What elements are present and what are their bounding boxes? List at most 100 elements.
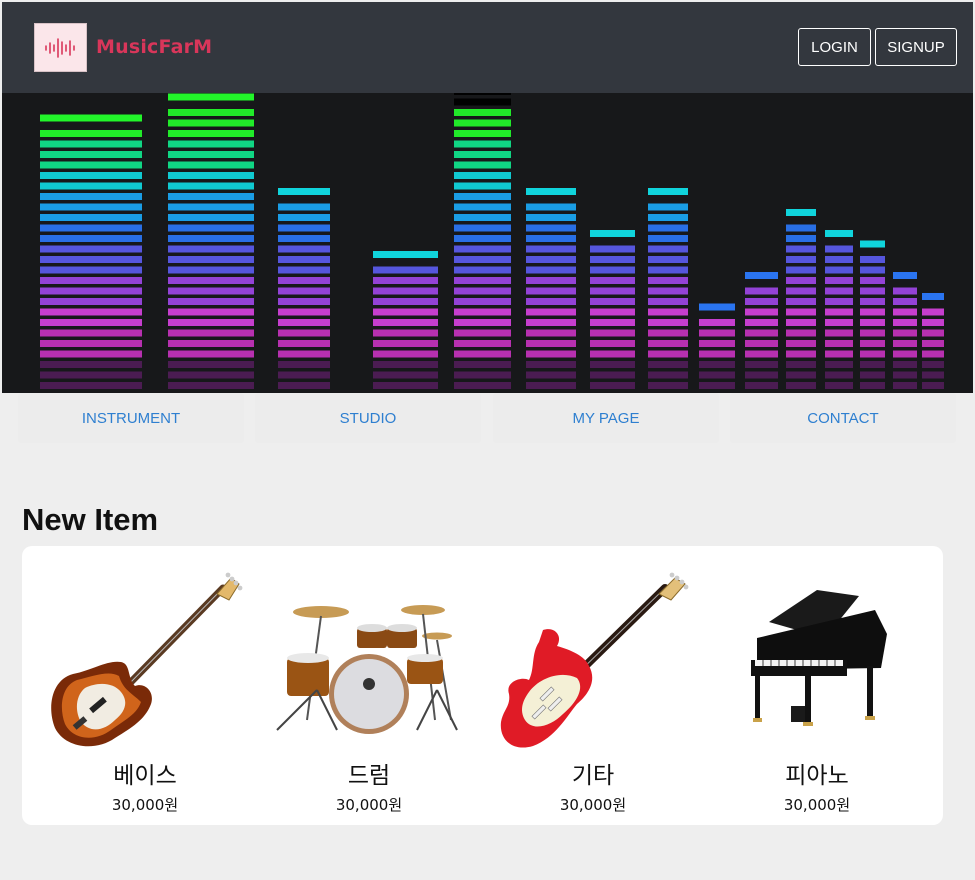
equalizer-bar — [786, 350, 816, 358]
equalizer-bar — [648, 340, 688, 347]
equalizer-bar — [40, 203, 142, 211]
equalizer-bar — [893, 329, 917, 337]
equalizer-bar — [40, 245, 142, 253]
equalizer-bar — [373, 329, 438, 337]
product-card-guitar[interactable]: 기타 30,000원 — [481, 546, 705, 825]
equalizer-bar — [40, 361, 142, 368]
equalizer-bar — [648, 256, 688, 263]
equalizer-bar — [454, 287, 511, 295]
equalizer-bar — [168, 287, 254, 295]
equalizer-bar — [860, 256, 885, 263]
equalizer-bar — [168, 130, 254, 137]
equalizer-bar — [893, 361, 917, 368]
equalizer-bar — [526, 308, 576, 316]
equalizer-bar — [860, 266, 885, 274]
equalizer-bar — [454, 151, 511, 158]
equalizer-bar — [168, 319, 254, 326]
equalizer-bar — [893, 308, 917, 316]
equalizer-bar — [373, 266, 438, 274]
equalizer-bar — [454, 266, 511, 274]
equalizer-bars-image — [40, 93, 944, 389]
equalizer-bar — [526, 329, 576, 337]
equalizer-bar — [699, 382, 735, 389]
equalizer-bar — [648, 224, 688, 232]
equalizer-peak — [825, 230, 853, 237]
equalizer-bar — [454, 350, 511, 358]
equalizer-bar — [454, 308, 511, 316]
equalizer-bar — [745, 382, 778, 389]
product-card-bass[interactable]: 베이스 30,000원 — [33, 546, 257, 825]
equalizer-bar — [454, 371, 511, 379]
equalizer-bar — [825, 287, 853, 295]
equalizer-bar — [893, 287, 917, 295]
equalizer-bar — [893, 298, 917, 305]
equalizer-bar — [825, 245, 853, 253]
nav-item-studio[interactable]: STUDIO — [255, 393, 481, 443]
product-price: 30,000원 — [783, 796, 851, 814]
equalizer-bar — [745, 319, 778, 326]
equalizer-bar — [922, 340, 944, 347]
main-nav: INSTRUMENT STUDIO MY PAGE CONTACT — [2, 393, 973, 445]
equalizer-bar — [893, 382, 917, 389]
electric-guitar-image — [500, 572, 689, 748]
equalizer-bar — [373, 298, 438, 305]
equalizer-bar — [373, 382, 438, 389]
equalizer-bar — [278, 235, 330, 242]
equalizer-bar — [40, 382, 142, 389]
grand-piano-image — [751, 590, 887, 726]
equalizer-bar — [40, 277, 142, 284]
nav-item-instrument[interactable]: INSTRUMENT — [18, 393, 244, 443]
equalizer-peak — [590, 230, 635, 237]
equalizer-bar — [786, 371, 816, 379]
equalizer-bar — [454, 98, 511, 106]
equalizer-bar — [860, 308, 885, 316]
equalizer-bar — [590, 298, 635, 305]
equalizer-bar — [825, 329, 853, 337]
equalizer-bar — [590, 308, 635, 316]
equalizer-bar — [168, 371, 254, 379]
equalizer-bar — [168, 224, 254, 232]
login-button[interactable]: LOGIN — [798, 28, 871, 66]
nav-item-my-page[interactable]: MY PAGE — [493, 393, 719, 443]
equalizer-peak — [786, 209, 816, 216]
equalizer-bar — [40, 224, 142, 232]
equalizer-bar — [745, 340, 778, 347]
drum-kit-image — [276, 605, 458, 734]
equalizer-bar — [648, 382, 688, 389]
equalizer-bar — [745, 308, 778, 316]
product-card-piano[interactable]: 피아노 30,000원 — [705, 546, 929, 825]
equalizer-bar — [786, 298, 816, 305]
equalizer-bar — [648, 287, 688, 295]
product-card-drum[interactable]: 드럼 30,000원 — [257, 546, 481, 825]
equalizer-bar — [40, 172, 142, 179]
brand-name[interactable]: MusicFarM — [96, 36, 212, 58]
equalizer-bar — [825, 319, 853, 326]
equalizer-bar — [373, 319, 438, 326]
equalizer-bar — [168, 245, 254, 253]
signup-button[interactable]: SIGNUP — [875, 28, 957, 66]
equalizer-bar — [373, 361, 438, 368]
equalizer-bar — [168, 329, 254, 337]
equalizer-bar — [454, 182, 511, 190]
equalizer-bar — [278, 266, 330, 274]
nav-item-contact[interactable]: CONTACT — [730, 393, 956, 443]
equalizer-peak — [40, 114, 142, 122]
equalizer-bar — [168, 161, 254, 169]
equalizer-bar — [786, 361, 816, 368]
equalizer-bar — [648, 361, 688, 368]
equalizer-bar — [648, 235, 688, 242]
equalizer-peak — [373, 251, 438, 258]
equalizer-peak — [278, 188, 330, 195]
equalizer-bar — [168, 214, 254, 221]
equalizer-bar — [40, 329, 142, 337]
equalizer-bar — [373, 277, 438, 284]
equalizer-bar — [648, 298, 688, 305]
equalizer-bar — [648, 329, 688, 337]
equalizer-bar — [893, 319, 917, 326]
equalizer-bar — [825, 371, 853, 379]
equalizer-bar — [40, 193, 142, 200]
equalizer-bar — [278, 287, 330, 295]
sound-wave-icon[interactable] — [34, 23, 87, 72]
equalizer-bar — [278, 277, 330, 284]
equalizer-bar — [454, 130, 511, 137]
